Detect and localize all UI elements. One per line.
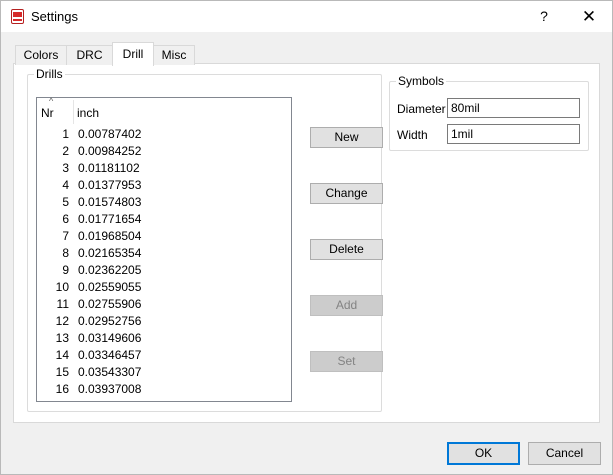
help-button[interactable]: ? bbox=[521, 1, 567, 32]
drill-inch-cell: 0.02559055 bbox=[78, 280, 142, 294]
drill-nr-cell: 14 bbox=[55, 348, 69, 362]
tab-colors[interactable]: Colors bbox=[15, 45, 67, 65]
drill-nr-cell: 13 bbox=[55, 331, 69, 345]
new-button[interactable]: New bbox=[310, 127, 383, 148]
add-button[interactable]: Add bbox=[310, 295, 383, 316]
cancel-button[interactable]: Cancel bbox=[528, 442, 601, 465]
window-title: Settings bbox=[31, 9, 78, 24]
title-bar[interactable]: Settings ? ✕ bbox=[1, 1, 612, 32]
symbols-group-label: Symbols bbox=[396, 74, 447, 88]
drill-inch-cell: 0.01377953 bbox=[78, 178, 142, 192]
tab-misc[interactable]: Misc bbox=[153, 45, 195, 65]
width-label: Width bbox=[397, 128, 428, 142]
drill-nr-cell: 4 bbox=[62, 178, 69, 192]
ok-button[interactable]: OK bbox=[447, 442, 520, 465]
tab-drc[interactable]: DRC bbox=[66, 45, 113, 65]
drill-inch-cell: 0.02165354 bbox=[78, 246, 142, 260]
drill-inch-cell: 0.01771654 bbox=[78, 212, 142, 226]
column-divider[interactable] bbox=[73, 100, 74, 124]
table-row[interactable]: 6 0.01771654 bbox=[37, 211, 291, 228]
width-input[interactable] bbox=[447, 124, 580, 144]
table-row[interactable]: 5 0.01574803 bbox=[37, 194, 291, 211]
drill-inch-cell: 0.01181102 bbox=[78, 161, 140, 175]
diameter-input[interactable] bbox=[447, 98, 580, 118]
table-row[interactable]: 12 0.02952756 bbox=[37, 313, 291, 330]
table-row[interactable]: 3 0.01181102 bbox=[37, 160, 291, 177]
column-header-inch[interactable]: inch bbox=[77, 106, 99, 120]
tab-drill[interactable]: Drill bbox=[112, 42, 154, 66]
set-button[interactable]: Set bbox=[310, 351, 383, 372]
drill-inch-cell: 0.02362205 bbox=[78, 263, 142, 277]
table-row[interactable]: 9 0.02362205 bbox=[37, 262, 291, 279]
table-row[interactable]: 15 0.03543307 bbox=[37, 364, 291, 381]
drill-nr-cell: 5 bbox=[62, 195, 69, 209]
diameter-label: Diameter bbox=[397, 102, 446, 116]
drill-inch-cell: 0.00984252 bbox=[78, 144, 142, 158]
drill-nr-cell: 11 bbox=[56, 297, 69, 311]
drill-nr-cell: 7 bbox=[62, 229, 69, 243]
sort-ascending-icon: ^ bbox=[49, 96, 54, 106]
drill-inch-cell: 0.02755906 bbox=[78, 297, 142, 311]
settings-window: Settings ? ✕ Drills ^ Nr inch 1 0.0078740… bbox=[0, 0, 613, 475]
drill-nr-cell: 2 bbox=[62, 144, 69, 158]
drills-list[interactable]: ^ Nr inch 1 0.00787402 2 0.00984252 3 0.01181… bbox=[36, 96, 292, 402]
delete-button[interactable]: Delete bbox=[310, 239, 383, 260]
table-row[interactable]: 2 0.00984252 bbox=[37, 143, 291, 160]
drill-inch-cell: 0.01968504 bbox=[78, 229, 142, 243]
drill-inch-cell: 0.03937008 bbox=[78, 382, 142, 396]
drill-inch-cell: 0.00787402 bbox=[78, 127, 142, 141]
table-row[interactable]: 13 0.03149606 bbox=[37, 330, 291, 347]
drill-nr-cell: 16 bbox=[55, 382, 69, 396]
drill-tab-panel: Drills ^ Nr inch 1 0.00787402 2 0.00984252 3… bbox=[13, 63, 600, 423]
drill-inch-cell: 0.03346457 bbox=[78, 348, 142, 362]
table-row[interactable]: 11 0.02755906 bbox=[37, 296, 291, 313]
drills-group-label: Drills bbox=[34, 67, 65, 81]
drill-nr-cell: 15 bbox=[55, 365, 69, 379]
drill-nr-cell: 12 bbox=[55, 314, 69, 328]
drills-group: Drills ^ Nr inch 1 0.00787402 2 0.00984252 3… bbox=[27, 67, 383, 412]
change-button[interactable]: Change bbox=[310, 183, 383, 204]
drill-nr-cell: 1 bbox=[62, 127, 69, 141]
drill-nr-cell: 9 bbox=[62, 263, 69, 277]
drill-inch-cell: 0.02952756 bbox=[78, 314, 142, 328]
table-row[interactable]: 10 0.02559055 bbox=[37, 279, 291, 296]
list-header: ^ Nr inch bbox=[37, 96, 291, 126]
drill-nr-cell: 3 bbox=[62, 161, 69, 175]
table-row[interactable]: 14 0.03346457 bbox=[37, 347, 291, 364]
drill-nr-cell: 10 bbox=[55, 280, 69, 294]
table-row[interactable]: 1 0.00787402 bbox=[37, 126, 291, 143]
drill-nr-cell: 8 bbox=[62, 246, 69, 260]
table-row[interactable]: 4 0.01377953 bbox=[37, 177, 291, 194]
drill-inch-cell: 0.03543307 bbox=[78, 365, 142, 379]
drill-inch-cell: 0.01574803 bbox=[78, 195, 142, 209]
app-icon bbox=[11, 9, 24, 24]
table-row[interactable]: 16 0.03937008 bbox=[37, 381, 291, 398]
table-row[interactable]: 7 0.01968504 bbox=[37, 228, 291, 245]
drill-nr-cell: 6 bbox=[62, 212, 69, 226]
table-row[interactable]: 8 0.02165354 bbox=[37, 245, 291, 262]
drill-rows: 1 0.00787402 2 0.00984252 3 0.01181102 4 0.0137… bbox=[37, 126, 291, 398]
column-header-nr[interactable]: Nr bbox=[41, 106, 71, 120]
symbols-group: Symbols Diameter Width bbox=[389, 74, 589, 151]
close-button[interactable]: ✕ bbox=[566, 1, 612, 32]
drill-inch-cell: 0.03149606 bbox=[78, 331, 142, 345]
